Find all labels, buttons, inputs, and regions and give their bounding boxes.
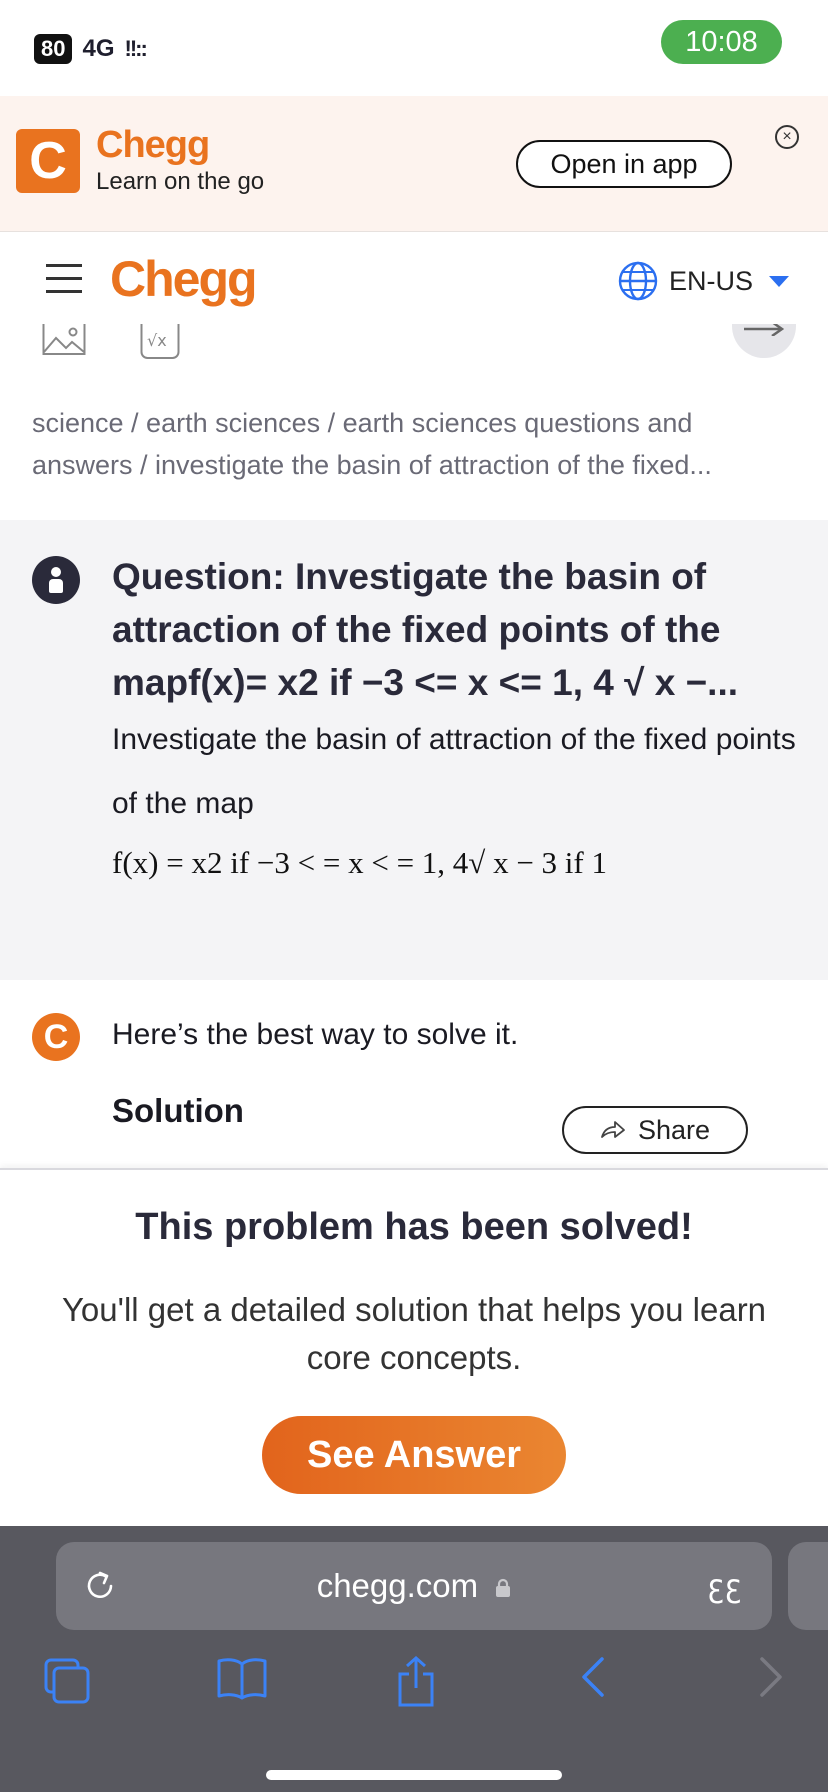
math-keyboard-icon[interactable]: √x bbox=[140, 324, 180, 360]
share-button[interactable]: Share bbox=[562, 1106, 748, 1154]
svg-text:√x: √x bbox=[147, 331, 167, 350]
chegg-app-logo: C bbox=[16, 129, 80, 193]
breadcrumb[interactable]: science / earth sciences / earth science… bbox=[32, 402, 792, 486]
search-tools-row: √x bbox=[0, 324, 828, 374]
solved-heading: This problem has been solved! bbox=[135, 1206, 693, 1248]
banner-tagline: Learn on the go bbox=[96, 168, 265, 195]
site-header: Chegg EN-US bbox=[0, 232, 828, 324]
solution-heading: Solution bbox=[112, 1092, 244, 1129]
image-upload-icon[interactable] bbox=[42, 324, 86, 356]
tabs-icon[interactable] bbox=[44, 1656, 92, 1704]
see-answer-button[interactable]: See Answer bbox=[262, 1416, 566, 1494]
status-time: 10:08 bbox=[661, 20, 782, 64]
signal-icon: !!:: bbox=[124, 36, 148, 61]
breadcrumb-line-1[interactable]: science / earth sciences / earth science… bbox=[32, 402, 792, 444]
url-text: chegg.com bbox=[316, 1567, 479, 1604]
banner-brand: Chegg bbox=[96, 124, 210, 166]
app-download-banner: C Chegg Learn on the go Open in app × bbox=[0, 96, 828, 232]
share-arrow-icon bbox=[601, 1121, 625, 1138]
question-body: Investigate the basin of attraction of t… bbox=[112, 723, 796, 820]
reader-mode-icon[interactable]: ꜫꜫ bbox=[707, 1542, 742, 1630]
chevron-down-icon bbox=[769, 275, 790, 287]
status-left: 80 4G !!:: bbox=[34, 34, 148, 64]
question-card: Question: Investigate the basin of attra… bbox=[0, 520, 828, 980]
browser-toolbar: chegg.com ꜫꜫ bbox=[0, 1526, 828, 1792]
question-formula: f(x) = x2 if −3 < = x < = 1, 4√ x − 3 if… bbox=[112, 845, 607, 880]
breadcrumb-line-2[interactable]: answers / investigate the basin of attra… bbox=[32, 444, 792, 486]
network-type: 4G bbox=[82, 35, 115, 62]
solved-description: You'll get a detailed solution that help… bbox=[61, 1291, 767, 1376]
share-icon[interactable] bbox=[396, 1656, 436, 1708]
battery-level: 80 bbox=[34, 34, 73, 64]
user-avatar-icon bbox=[32, 556, 80, 604]
chegg-expert-icon: C bbox=[32, 1013, 80, 1061]
close-banner-icon[interactable]: × bbox=[775, 125, 799, 149]
next-tab-preview[interactable] bbox=[788, 1542, 828, 1630]
language-label: EN-US bbox=[669, 265, 754, 296]
submit-search-button[interactable] bbox=[732, 324, 796, 358]
address-bar[interactable]: chegg.com ꜫꜫ bbox=[56, 1542, 772, 1630]
language-selector[interactable]: EN-US bbox=[617, 260, 790, 302]
paywall-panel: This problem has been solved! You'll get… bbox=[0, 1168, 828, 1526]
chegg-logo[interactable]: Chegg bbox=[110, 250, 258, 308]
solution-section: C Here’s the best way to solve it. Solut… bbox=[0, 980, 828, 1168]
globe-icon bbox=[618, 261, 658, 301]
browser-nav-row bbox=[0, 1656, 828, 1716]
question-title: Question: Investigate the basin of attra… bbox=[112, 556, 739, 703]
open-in-app-button[interactable]: Open in app bbox=[516, 140, 732, 188]
home-indicator[interactable] bbox=[266, 1770, 562, 1780]
hamburger-menu-icon[interactable] bbox=[46, 264, 82, 294]
status-bar: 80 4G !!:: 10:08 bbox=[0, 0, 828, 96]
forward-icon[interactable] bbox=[758, 1656, 784, 1698]
back-icon[interactable] bbox=[580, 1656, 606, 1698]
arrow-right-icon bbox=[744, 324, 784, 336]
lock-icon bbox=[496, 1579, 511, 1598]
solution-intro: Here’s the best way to solve it. bbox=[112, 1018, 519, 1051]
share-label: Share bbox=[637, 1114, 711, 1145]
bookmarks-icon[interactable] bbox=[216, 1656, 268, 1700]
